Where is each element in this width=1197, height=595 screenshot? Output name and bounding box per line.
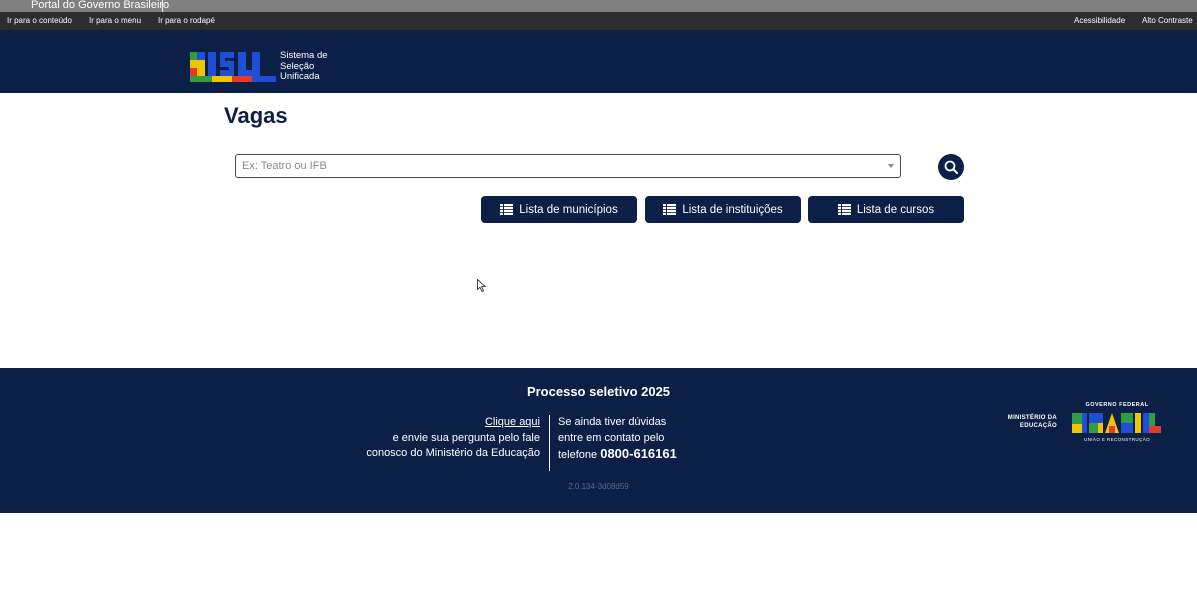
footer-left-line3: conosco do Ministério da Educação <box>366 447 540 459</box>
footer-right-line2: entre em contato pelo <box>558 431 665 444</box>
high-contrast-link[interactable]: Alto Contraste <box>1142 12 1193 30</box>
search-button[interactable] <box>938 154 964 180</box>
footer-right-line1: Se ainda tiver dúvidas <box>558 416 667 428</box>
cursos-list-button[interactable]: Lista de cursos <box>808 196 964 223</box>
skip-to-footer-link[interactable]: Ir para o rodapé <box>158 12 215 30</box>
mec-line1: MINISTÉRIO DA <box>1007 415 1057 421</box>
footer-right-line3: telefone 0800-616161 <box>558 446 677 464</box>
gov-bar: Portal do Governo Brasileiro <box>0 0 1197 12</box>
footer-phone-prefix: telefone <box>558 449 598 461</box>
footer-title: Processo seletivo 2025 <box>526 384 671 399</box>
accessibility-link[interactable]: Acessibilidade <box>1074 12 1125 30</box>
logo-caption: Sistema de Seleção Unificada <box>280 50 328 83</box>
footer-left-line2: e envie sua pergunta pelo fale <box>392 431 540 444</box>
site-header: Sistema de Seleção Unificada <box>0 30 1197 93</box>
footer-phone-number: 0800-616161 <box>600 446 677 461</box>
logo-caption-line3: Unificada <box>280 71 320 82</box>
mec-logo-text[interactable]: MINISTÉRIO DA EDUCAÇÃO <box>994 414 1057 430</box>
municipios-list-label: Lista de municípios <box>519 203 618 216</box>
chevron-down-icon[interactable] <box>888 164 894 168</box>
cursos-list-label: Lista de cursos <box>856 203 935 216</box>
instituicoes-list-button[interactable]: Lista de instituições <box>645 196 801 223</box>
list-icon <box>837 204 851 215</box>
footer-phone-info: Se ainda tiver dúvidas entre em contato … <box>558 415 677 464</box>
site-footer: Processo seletivo 2025 Clique aqui e env… <box>0 368 1197 513</box>
search-input[interactable] <box>242 155 872 177</box>
clique-aqui-link[interactable]: Clique aqui <box>366 415 540 431</box>
cursor-icon <box>477 279 487 293</box>
gov-portal-link[interactable]: Portal do Governo Brasileiro <box>0 0 169 12</box>
skip-to-menu-link[interactable]: Ir para o menu <box>89 12 141 30</box>
footer-contact-form-info: Clique aqui e envie sua pergunta pelo fa… <box>366 415 540 462</box>
logo-caption-line1: Sistema de <box>280 50 328 61</box>
sisu-logo[interactable] <box>190 50 278 84</box>
page-title: Vagas <box>224 103 288 128</box>
app-version: 2.0.134-3d08d59 <box>568 482 629 491</box>
list-icon <box>663 204 677 215</box>
list-icon <box>500 204 514 215</box>
accessibility-bar: Ir para o conteúdo Ir para o menu Ir par… <box>0 12 1197 30</box>
skip-to-content-link[interactable]: Ir para o conteúdo <box>7 12 72 30</box>
uniao-reconstrucao-label: UNIÃO E RECONSTRUÇÃO <box>1083 437 1150 442</box>
instituicoes-list-label: Lista de instituições <box>682 203 783 216</box>
search-combobox[interactable] <box>235 154 901 178</box>
search-icon <box>944 160 958 174</box>
mec-line2: EDUCAÇÃO <box>1019 423 1057 429</box>
municipios-list-button[interactable]: Lista de municípios <box>481 196 637 223</box>
footer-divider <box>549 415 550 471</box>
